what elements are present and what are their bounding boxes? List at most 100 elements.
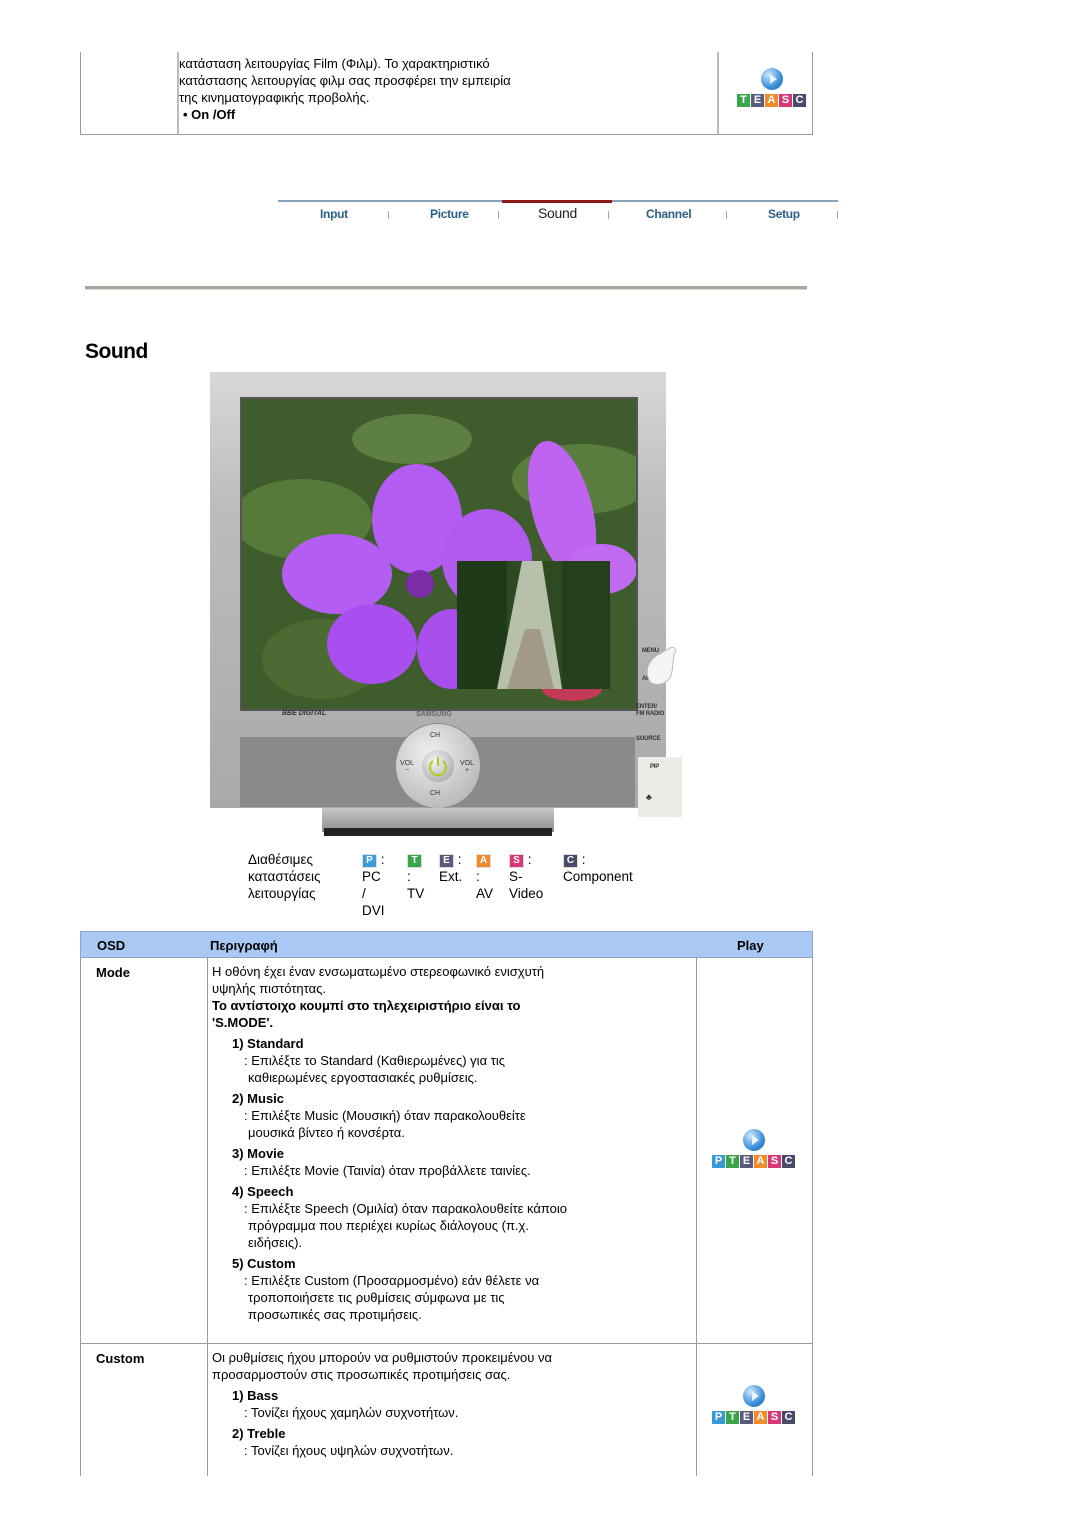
mode-letter-c: C xyxy=(782,1155,795,1168)
osd-cell-empty xyxy=(81,52,179,134)
speaker-icon[interactable]: ♣ xyxy=(646,792,652,802)
mode-ext: E : Ext. xyxy=(439,852,463,884)
ch-up-button[interactable]: CH xyxy=(430,732,440,739)
mode-letter-c: C xyxy=(793,94,806,107)
header-play: Play xyxy=(737,938,764,953)
mode-letter-a: A xyxy=(754,1155,767,1168)
tab-channel[interactable]: Channel xyxy=(646,207,692,221)
nav-line xyxy=(278,200,502,202)
mode-letters: TEASC xyxy=(737,94,806,107)
remote-hint: 'S.MODE'. xyxy=(212,1015,274,1030)
item-desc: : Επιλέξτε Movie (Ταινία) όταν προβάλλετ… xyxy=(244,1163,531,1178)
item-desc: : Επιλέξτε Speech (Ομιλία) όταν παρακολο… xyxy=(244,1201,568,1216)
play-icon xyxy=(743,1129,765,1151)
mode-letter-p: P xyxy=(712,1411,725,1424)
border xyxy=(80,958,81,1476)
mode-name: PC / xyxy=(362,869,381,901)
brand-logo: SAMSUNG xyxy=(416,711,452,718)
nav-separator xyxy=(837,211,838,219)
remote-hint: Το αντίστοιχο κουμπί στο τηλεχειριστήριο… xyxy=(212,998,521,1013)
p-badge-icon: P xyxy=(362,854,377,868)
desc-line: της κινηματογραφικής προβολής. xyxy=(179,90,370,105)
source-button[interactable]: SOURCE xyxy=(636,736,661,742)
t-badge-icon: T xyxy=(407,854,422,868)
bbe-logo: BBE DIGITAL xyxy=(282,710,327,717)
mode-name: Component xyxy=(563,869,633,884)
item-desc: τροποποιήσετε τις ρυθμίσεις σύμφωνα με τ… xyxy=(248,1290,505,1305)
nav-line xyxy=(612,200,838,202)
item-music: 2) Music xyxy=(232,1091,285,1106)
mode-name: TV xyxy=(407,886,425,901)
mode-description: Η οθόνη έχει έναν ενσωματωμένο στερεοφων… xyxy=(212,963,692,1323)
item-desc: προσωπικές σας προτιμήσεις. xyxy=(248,1307,422,1322)
nav-separator xyxy=(388,211,389,219)
enter-fmradio-button[interactable]: ENTER/ FM RADIO xyxy=(636,704,664,718)
mode-letter-e: E xyxy=(740,1155,753,1168)
mode-letter-e: E xyxy=(740,1411,753,1424)
hand-cursor-icon xyxy=(646,647,677,685)
item-desc: : Επιλέξτε το Standard (Καθιερωμένες) γι… xyxy=(244,1053,505,1068)
mode-letter-s: S xyxy=(768,1411,781,1424)
nav-separator xyxy=(498,211,499,219)
table-header: OSD Περιγραφή Play xyxy=(80,931,813,958)
header-osd: OSD xyxy=(97,938,126,953)
mode-letter-p: P xyxy=(712,1155,725,1168)
nav-separator xyxy=(608,211,609,219)
item-speech: 4) Speech xyxy=(232,1184,294,1199)
mode-letter-a: A xyxy=(754,1411,767,1424)
tab-setup[interactable]: Setup xyxy=(768,207,800,221)
mode-letters: PTEASC xyxy=(712,1155,795,1168)
vol-down-button[interactable]: VOL − xyxy=(400,760,414,774)
background xyxy=(638,757,682,817)
item-custom: 5) Custom xyxy=(232,1256,296,1271)
power-button[interactable] xyxy=(422,750,454,782)
nav-separator xyxy=(726,211,727,219)
mode-letter-t: T xyxy=(737,94,750,107)
tab-input[interactable]: Input xyxy=(320,207,348,221)
previous-section-row: κατάσταση λειτουργίας Film (Φιλμ). Το χα… xyxy=(80,52,813,135)
item-desc: : Τονίζει ήχους υψηλών συχνοτήτων. xyxy=(244,1443,454,1458)
item-desc: : Τονίζει ήχους χαμηλών συχνοτήτων. xyxy=(244,1405,459,1420)
mode-pc: P : PC / DVI xyxy=(362,852,385,918)
desc-line: Οι ρυθμίσεις ήχου μπορούν να ρυθμιστούν … xyxy=(212,1350,553,1365)
tab-sound[interactable]: Sound xyxy=(538,205,577,221)
mode-name: DVI xyxy=(362,903,385,918)
mode-letter-e: E xyxy=(751,94,764,107)
osd-custom: Custom xyxy=(96,1351,145,1366)
mode-svideo: S : S- Video xyxy=(509,852,544,901)
mode-letters: PTEASC xyxy=(712,1411,795,1424)
control-dpad[interactable]: CH CH VOL − VOL + xyxy=(396,724,480,808)
border xyxy=(812,958,813,1476)
flower-picture xyxy=(242,399,636,709)
play-cell: TEASC xyxy=(717,52,812,134)
desc-line: υψηλής πιστότητας. xyxy=(212,981,326,996)
play-icon xyxy=(743,1385,765,1407)
label-line: Διαθέσιμες xyxy=(248,852,313,867)
e-badge-icon: E xyxy=(439,854,454,868)
tab-picture[interactable]: Picture xyxy=(430,207,469,221)
menu-navigation: Input Picture Sound Channel Setup xyxy=(278,200,838,230)
mode-name: Ext. xyxy=(439,869,463,884)
mode-letter-s: S xyxy=(779,94,792,107)
power-icon xyxy=(429,757,447,777)
mode-av: A : AV xyxy=(476,854,494,901)
sound-settings-table: OSD Περιγραφή Play Mode Η οθόνη έχει ένα… xyxy=(80,931,813,1476)
mode-letter-c: C xyxy=(782,1411,795,1424)
item-treble: 2) Treble xyxy=(232,1426,286,1441)
play-icon xyxy=(761,68,783,90)
a-badge-icon: A xyxy=(476,854,491,868)
vol-up-button[interactable]: VOL + xyxy=(460,760,474,774)
label-line: καταστάσεις xyxy=(248,869,321,884)
pip-button[interactable]: PIP xyxy=(650,764,659,770)
mode-letter-a: A xyxy=(765,94,778,107)
item-bass: 1) Bass xyxy=(232,1388,279,1403)
desc-line: κατάστασης λειτουργίας φιλμ σας προσφέρε… xyxy=(179,73,511,88)
desc-line: κατάσταση λειτουργίας Film (Φιλμ). Το χα… xyxy=(179,56,490,71)
item-desc: πρόγραμμα που περιέχει κυρίως διάλογους … xyxy=(248,1218,529,1233)
mode-letter-t: T xyxy=(726,1155,739,1168)
desc-line: προσαρμοστούν στις προσωπικές προτιμήσει… xyxy=(212,1367,511,1382)
c-badge-icon: C xyxy=(563,854,578,868)
item-desc: ειδήσεις). xyxy=(248,1235,303,1250)
ch-down-button[interactable]: CH xyxy=(430,790,440,797)
monitor-stand-base xyxy=(324,828,552,836)
